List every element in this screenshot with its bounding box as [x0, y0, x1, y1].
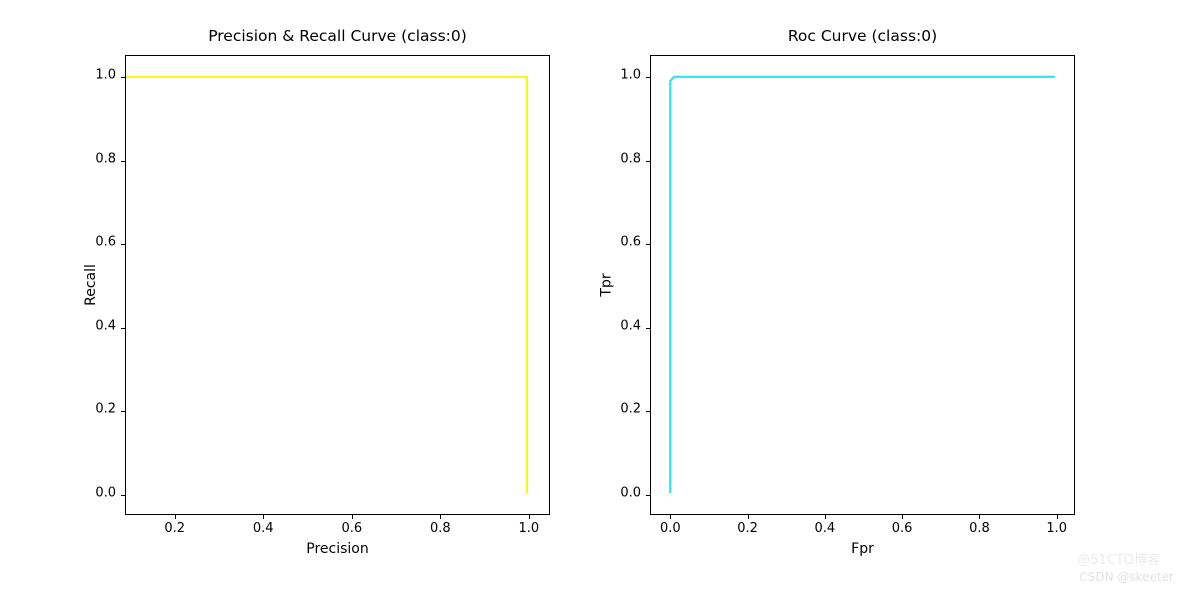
xtick-mark — [902, 514, 903, 519]
xtick-mark — [529, 514, 530, 519]
ytick-mark — [121, 328, 126, 329]
xlabel-right: Fpr — [650, 541, 1075, 557]
ytick-label: 0.6 — [620, 235, 641, 250]
xtick-label: 0.8 — [430, 521, 451, 536]
xtick-mark — [440, 514, 441, 519]
ytick-label: 0.4 — [620, 318, 641, 333]
xtick-mark — [748, 514, 749, 519]
ytick-mark — [121, 411, 126, 412]
chart-title-right: Roc Curve (class:0) — [650, 27, 1075, 45]
xtick-label: 1.0 — [1046, 521, 1067, 536]
ytick-mark — [121, 77, 126, 78]
chart-title-left: Precision & Recall Curve (class:0) — [125, 27, 550, 45]
ytick-mark — [646, 77, 651, 78]
xtick-label: 0.8 — [969, 521, 990, 536]
ytick-mark — [121, 244, 126, 245]
ytick-mark — [646, 328, 651, 329]
roc-curve-line — [651, 56, 1074, 514]
ytick-mark — [121, 161, 126, 162]
xlabel-left: Precision — [125, 541, 550, 557]
xtick-mark — [352, 514, 353, 519]
ytick-label: 0.6 — [95, 235, 116, 250]
ytick-label: 0.4 — [95, 318, 116, 333]
plot-area-left: 0.20.40.60.81.0 0.00.20.40.60.81.0 — [125, 55, 550, 515]
ytick-label: 1.0 — [620, 67, 641, 82]
subplot-roc-curve: 0.00.20.40.60.81.0 0.00.20.40.60.81.0 Ro… — [650, 55, 1075, 515]
ytick-label: 0.8 — [620, 151, 641, 166]
xtick-label: 0.2 — [737, 521, 758, 536]
ytick-mark — [646, 161, 651, 162]
xtick-mark — [670, 514, 671, 519]
ytick-mark — [646, 244, 651, 245]
ytick-mark — [121, 495, 126, 496]
ytick-label: 0.8 — [95, 151, 116, 166]
ytick-label: 1.0 — [95, 67, 116, 82]
ylabel-right: Tpr — [599, 273, 615, 296]
ytick-label: 0.2 — [95, 402, 116, 417]
xtick-mark — [263, 514, 264, 519]
xtick-label: 0.6 — [341, 521, 362, 536]
xtick-label: 0.4 — [815, 521, 836, 536]
ylabel-left: Recall — [83, 264, 99, 306]
plot-area-right: 0.00.20.40.60.81.0 0.00.20.40.60.81.0 — [650, 55, 1075, 515]
watermark-csdn: CSDN @skeeter — [1079, 570, 1174, 584]
ytick-label: 0.0 — [95, 486, 116, 501]
xtick-label: 0.0 — [660, 521, 681, 536]
xtick-mark — [1057, 514, 1058, 519]
xtick-mark — [979, 514, 980, 519]
xtick-mark — [175, 514, 176, 519]
pr-curve-line — [126, 56, 549, 514]
subplot-pr-curve: 0.20.40.60.81.0 0.00.20.40.60.81.0 Preci… — [125, 55, 550, 515]
xtick-label: 0.6 — [892, 521, 913, 536]
watermark-51cto: @51CTO博客 — [1077, 549, 1160, 568]
xtick-mark — [825, 514, 826, 519]
xtick-label: 0.2 — [164, 521, 185, 536]
ytick-label: 0.2 — [620, 402, 641, 417]
ytick-label: 0.0 — [620, 486, 641, 501]
ytick-mark — [646, 495, 651, 496]
xtick-label: 1.0 — [519, 521, 540, 536]
xtick-label: 0.4 — [253, 521, 274, 536]
ytick-mark — [646, 411, 651, 412]
figure: 0.20.40.60.81.0 0.00.20.40.60.81.0 Preci… — [0, 0, 1184, 592]
